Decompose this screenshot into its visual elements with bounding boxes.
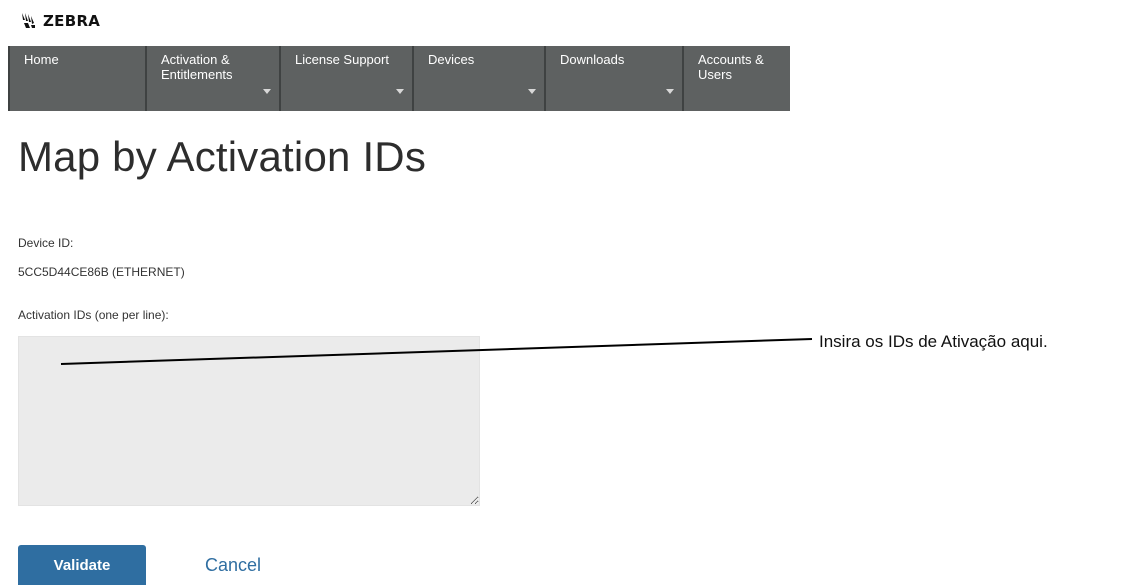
device-id-value: 5CC5D44CE86B (ETHERNET) xyxy=(18,265,185,279)
nav-item-home[interactable]: Home xyxy=(8,46,145,111)
nav-item-activation-entitlements[interactable]: Activation & Entitlements xyxy=(145,46,279,111)
chevron-down-icon xyxy=(666,89,674,94)
nav-item-label: Activation & Entitlements xyxy=(161,52,233,82)
chevron-down-icon xyxy=(396,89,404,94)
nav-item-accounts-users[interactable]: Accounts & Users xyxy=(682,46,790,111)
nav-item-label: Accounts & Users xyxy=(698,52,764,82)
chevron-down-icon xyxy=(263,89,271,94)
device-id-label: Device ID: xyxy=(18,236,74,250)
chevron-down-icon xyxy=(528,89,536,94)
nav-item-downloads[interactable]: Downloads xyxy=(544,46,682,111)
validate-button[interactable]: Validate xyxy=(18,545,146,585)
nav-item-label: Devices xyxy=(428,52,475,67)
page-title: Map by Activation IDs xyxy=(18,133,427,180)
cancel-link[interactable]: Cancel xyxy=(205,555,261,576)
zebra-head-icon xyxy=(22,13,35,28)
nav-item-devices[interactable]: Devices xyxy=(412,46,544,111)
callout-annotation: Insira os IDs de Ativação aqui. xyxy=(819,332,1048,351)
nav-item-label: Home xyxy=(24,52,59,67)
nav-item-license-support[interactable]: License Support xyxy=(279,46,412,111)
activation-ids-input[interactable] xyxy=(18,336,480,506)
main-navigation: Home Activation & Entitlements License S… xyxy=(8,46,790,111)
brand-name: ZEBRA xyxy=(43,12,101,30)
nav-item-label: License Support xyxy=(295,52,389,67)
activation-ids-label: Activation IDs (one per line): xyxy=(18,308,169,322)
brand-logo: ZEBRA xyxy=(19,10,100,32)
nav-item-label: Downloads xyxy=(560,52,625,67)
